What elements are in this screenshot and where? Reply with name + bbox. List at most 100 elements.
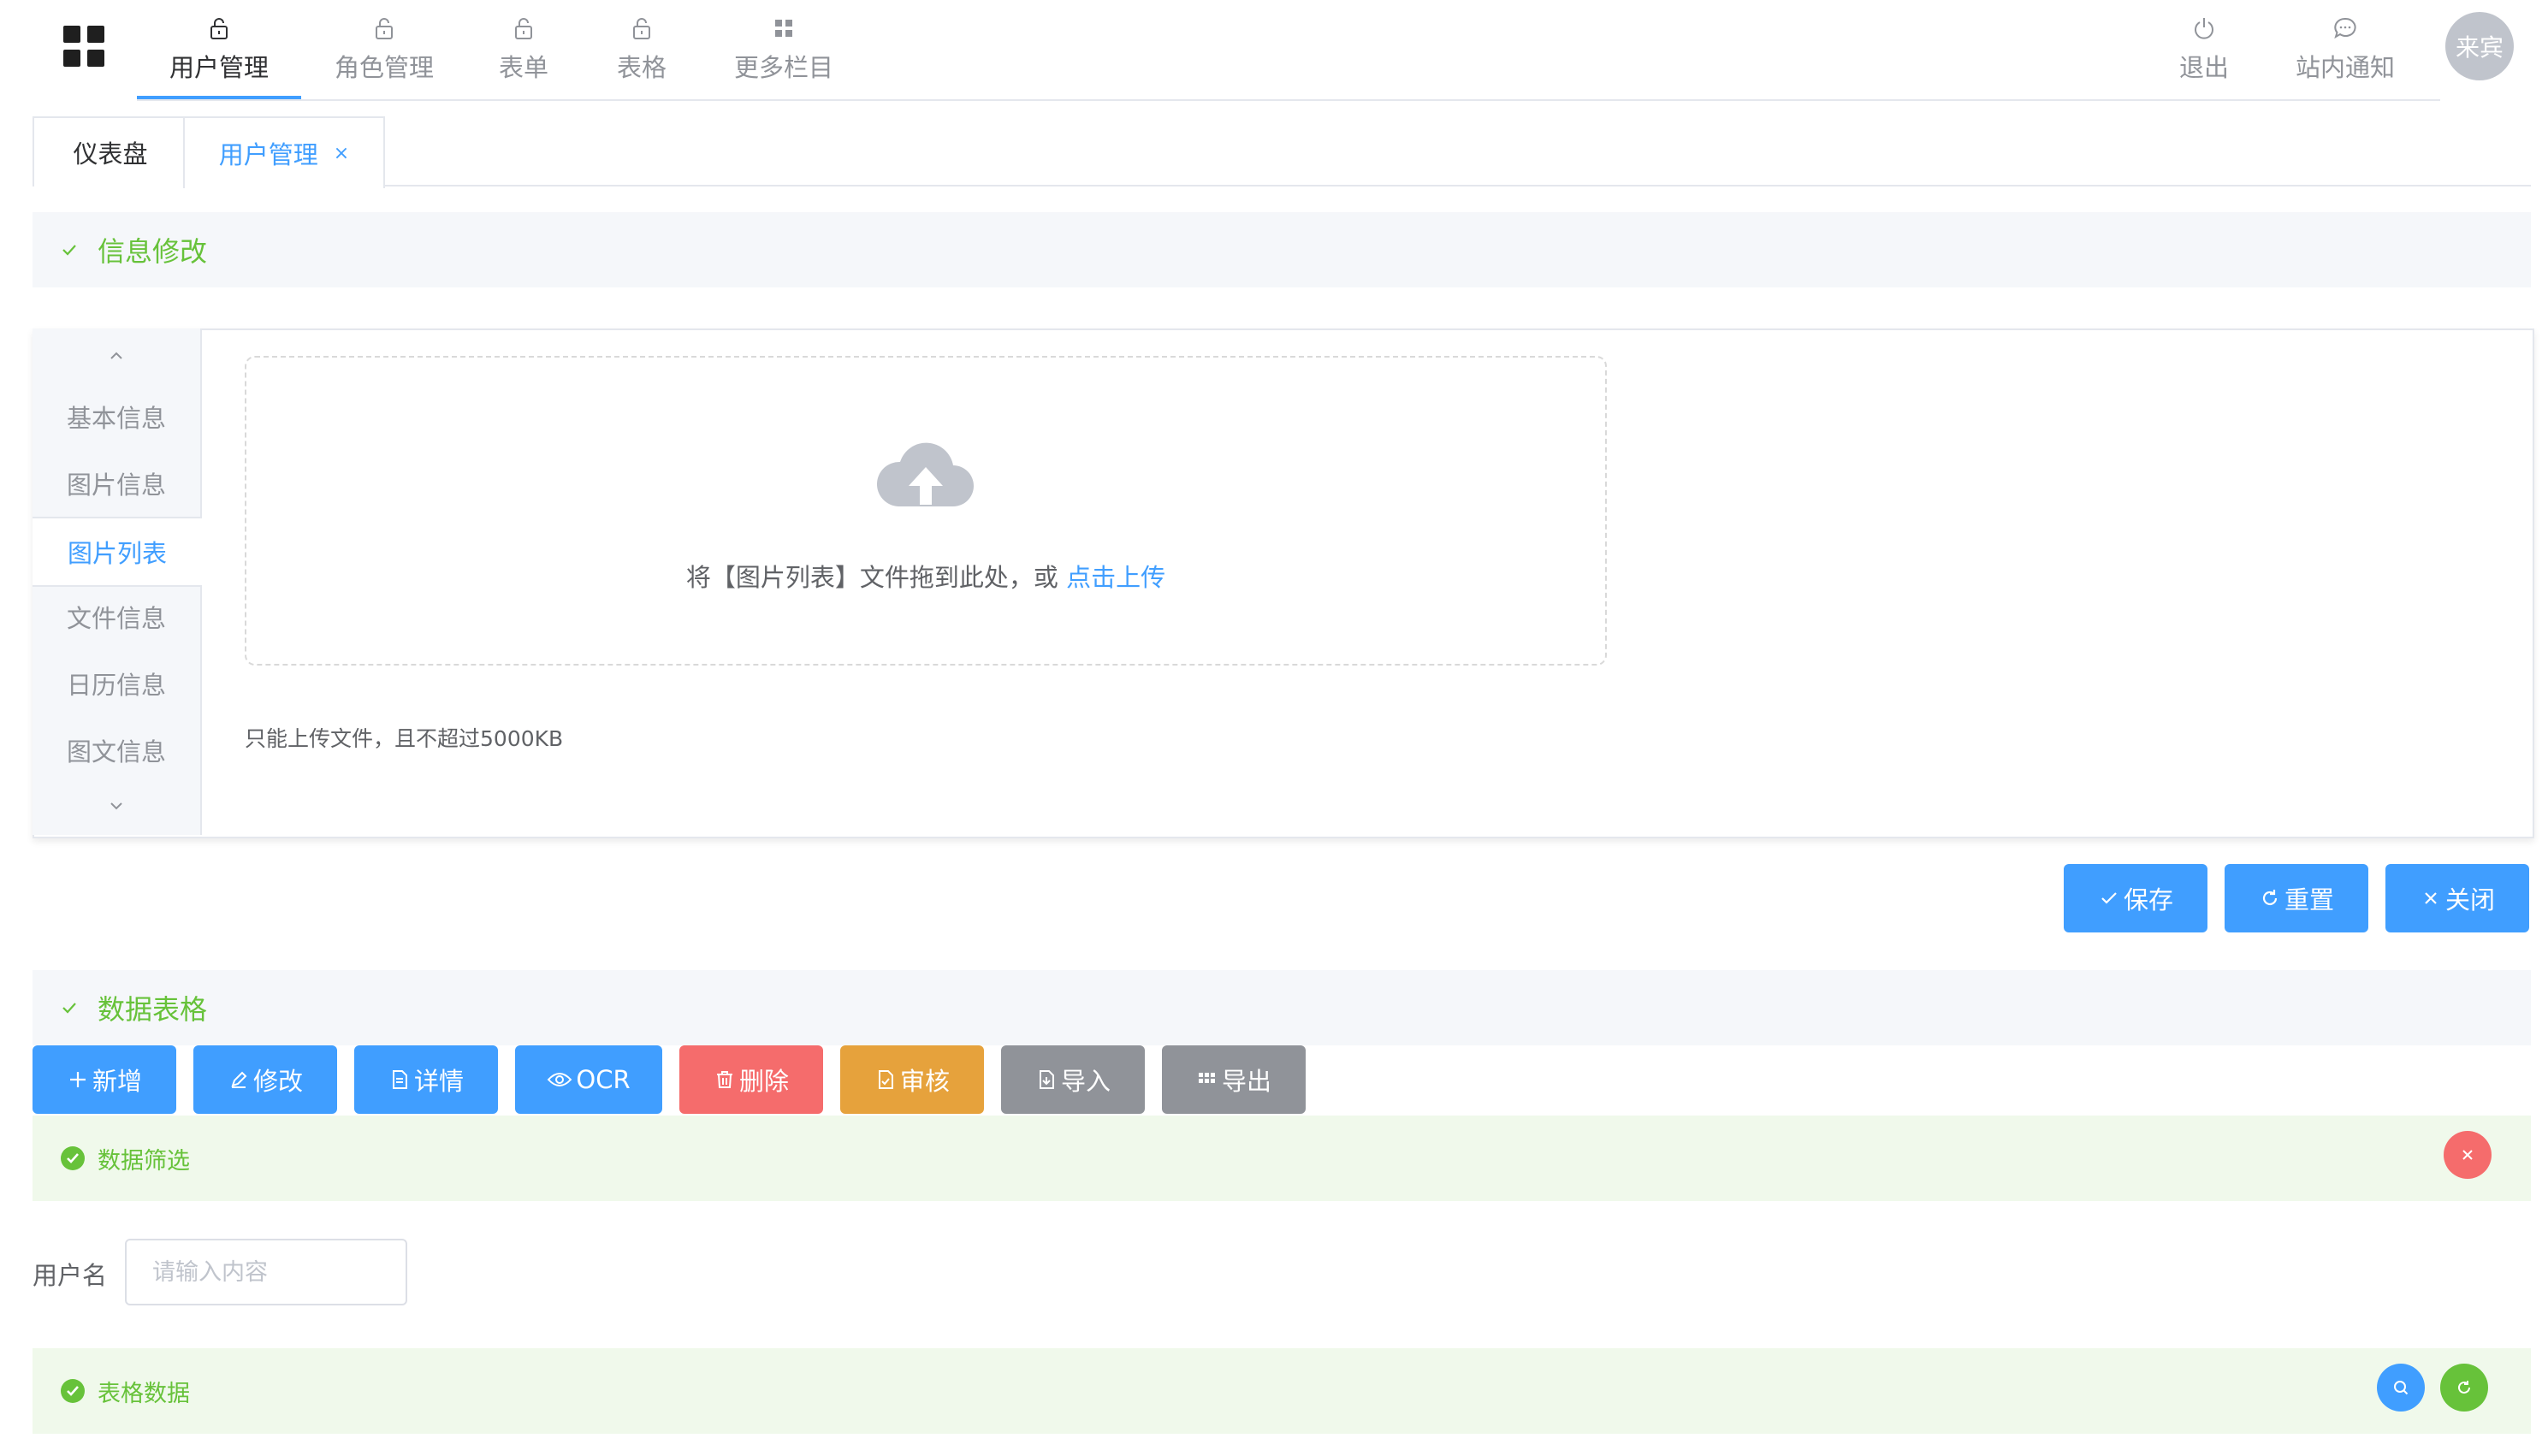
click-upload-link[interactable]: 点击上传 <box>1066 563 1165 592</box>
vtab-label: 基本信息 <box>66 404 166 433</box>
upload-tip: 只能上传文件，且不超过5000KB <box>245 726 564 751</box>
menu-grid-icon <box>775 20 792 37</box>
lock-icon <box>210 18 228 39</box>
upload-hint: 将【图片列表】文件拖到此处，或 点击上传 <box>245 558 1607 594</box>
app-menu-icon[interactable] <box>63 26 104 67</box>
import-label: 导入 <box>1060 1067 1111 1096</box>
edit-label: 修改 <box>252 1067 303 1096</box>
refresh-icon <box>2262 890 2278 906</box>
filter-alert: 数据筛选 <box>33 1116 2531 1201</box>
refresh-button[interactable] <box>2440 1364 2488 1412</box>
vtab-image-list[interactable]: 图片列表 <box>33 517 202 587</box>
check-icon <box>62 1003 76 1014</box>
check-circle-icon <box>61 1379 85 1403</box>
nav-item-label: 更多栏目 <box>733 53 833 82</box>
vtab-file-info[interactable]: 文件信息 <box>33 583 200 650</box>
audit-label: 审核 <box>899 1067 950 1096</box>
ocr-button[interactable]: OCR <box>515 1045 662 1114</box>
vtab-label: 日历信息 <box>66 671 166 700</box>
vtab-calendar-info[interactable]: 日历信息 <box>33 650 200 717</box>
nav-item-label: 角色管理 <box>334 53 434 82</box>
section-title: 数据表格 <box>98 993 208 1026</box>
vtab-basic-info[interactable]: 基本信息 <box>33 383 200 450</box>
nav-divider <box>137 99 2440 101</box>
document-icon <box>392 1070 407 1089</box>
filter-title: 数据筛选 <box>98 1147 190 1175</box>
export-label: 导出 <box>1221 1067 1271 1096</box>
table-data-alert: 表格数据 <box>33 1348 2531 1434</box>
check-circle-icon <box>61 1146 85 1170</box>
save-label: 保存 <box>2123 885 2173 914</box>
cloud-upload-icon <box>873 428 979 513</box>
info-section-header[interactable]: 信息修改 <box>33 212 2531 287</box>
tab-label: 用户管理 <box>218 140 318 169</box>
lock-icon <box>515 18 532 39</box>
upload-hint-text: 将【图片列表】文件拖到此处，或 <box>685 563 1067 592</box>
lock-icon <box>376 18 393 39</box>
vtab-label: 文件信息 <box>66 604 166 633</box>
notifications-label: 站内通知 <box>2295 53 2395 82</box>
nav-item-form[interactable]: 表单 <box>484 0 563 99</box>
table-section-header[interactable]: 数据表格 <box>33 970 2531 1045</box>
document-import-icon <box>1039 1070 1054 1089</box>
check-icon <box>62 245 76 256</box>
audit-button[interactable]: 审核 <box>840 1045 984 1114</box>
nav-item-more[interactable]: 更多栏目 <box>722 0 845 99</box>
close-icon <box>2462 1150 2473 1160</box>
close-icon[interactable]: × <box>334 143 349 164</box>
check-icon <box>2101 892 2117 904</box>
save-button[interactable]: 保存 <box>2064 864 2207 932</box>
scroll-up-icon[interactable] <box>106 346 127 366</box>
logout-label: 退出 <box>2178 53 2229 82</box>
logout-button[interactable]: 退出 <box>2168 0 2240 99</box>
tab-dashboard[interactable]: 仪表盘 <box>33 116 188 186</box>
refresh-icon <box>2458 1381 2470 1394</box>
ocr-label: OCR <box>576 1065 631 1094</box>
nav-item-user-management[interactable]: 用户管理 <box>137 0 301 99</box>
close-filter-button[interactable] <box>2444 1131 2492 1179</box>
reset-label: 重置 <box>2284 885 2334 914</box>
power-icon <box>2195 18 2213 39</box>
table-data-title: 表格数据 <box>98 1380 190 1407</box>
nav-item-role-management[interactable]: 角色管理 <box>318 0 450 99</box>
import-button[interactable]: 导入 <box>1001 1045 1145 1114</box>
delete-label: 删除 <box>738 1067 789 1096</box>
nav-item-label: 用户管理 <box>169 53 269 82</box>
close-icon <box>2425 892 2437 904</box>
grid-icon <box>1198 1073 1215 1083</box>
vtab-label: 图片列表 <box>67 539 167 568</box>
tab-user-management[interactable]: 用户管理 × <box>183 116 385 188</box>
detail-label: 详情 <box>413 1067 464 1096</box>
nav-item-label: 表单 <box>498 53 548 82</box>
nav-item-label: 表格 <box>616 53 667 82</box>
add-button[interactable]: 新增 <box>33 1045 176 1114</box>
avatar[interactable]: 来宾 <box>2445 12 2514 80</box>
add-label: 新增 <box>92 1067 142 1096</box>
trash-icon <box>716 1071 732 1088</box>
notifications-button[interactable]: 站内通知 <box>2286 0 2404 99</box>
plus-icon <box>69 1072 86 1087</box>
vtab-label: 图文信息 <box>66 737 166 766</box>
edit-button[interactable]: 修改 <box>193 1045 337 1114</box>
tab-label: 仪表盘 <box>73 139 148 169</box>
nav-item-table[interactable]: 表格 <box>602 0 681 99</box>
vtab-rich-info[interactable]: 图文信息 <box>33 717 200 784</box>
close-label: 关闭 <box>2444 885 2495 914</box>
section-title: 信息修改 <box>98 235 208 268</box>
search-icon <box>2394 1381 2409 1395</box>
tabs-divider <box>33 185 2531 186</box>
document-check-icon <box>878 1070 893 1089</box>
username-label: 用户名 <box>33 1261 108 1290</box>
reset-button[interactable]: 重置 <box>2225 864 2368 932</box>
vtab-label: 图片信息 <box>66 471 166 500</box>
scroll-down-icon[interactable] <box>106 796 127 816</box>
delete-button[interactable]: 删除 <box>679 1045 823 1114</box>
export-button[interactable]: 导出 <box>1162 1045 1306 1114</box>
edit-icon <box>231 1071 247 1088</box>
detail-button[interactable]: 详情 <box>354 1045 498 1114</box>
username-input[interactable] <box>125 1239 407 1305</box>
vtab-image-info[interactable]: 图片信息 <box>33 450 200 517</box>
eye-icon <box>548 1073 572 1086</box>
search-button[interactable] <box>2377 1364 2425 1412</box>
close-button[interactable]: 关闭 <box>2385 864 2529 932</box>
